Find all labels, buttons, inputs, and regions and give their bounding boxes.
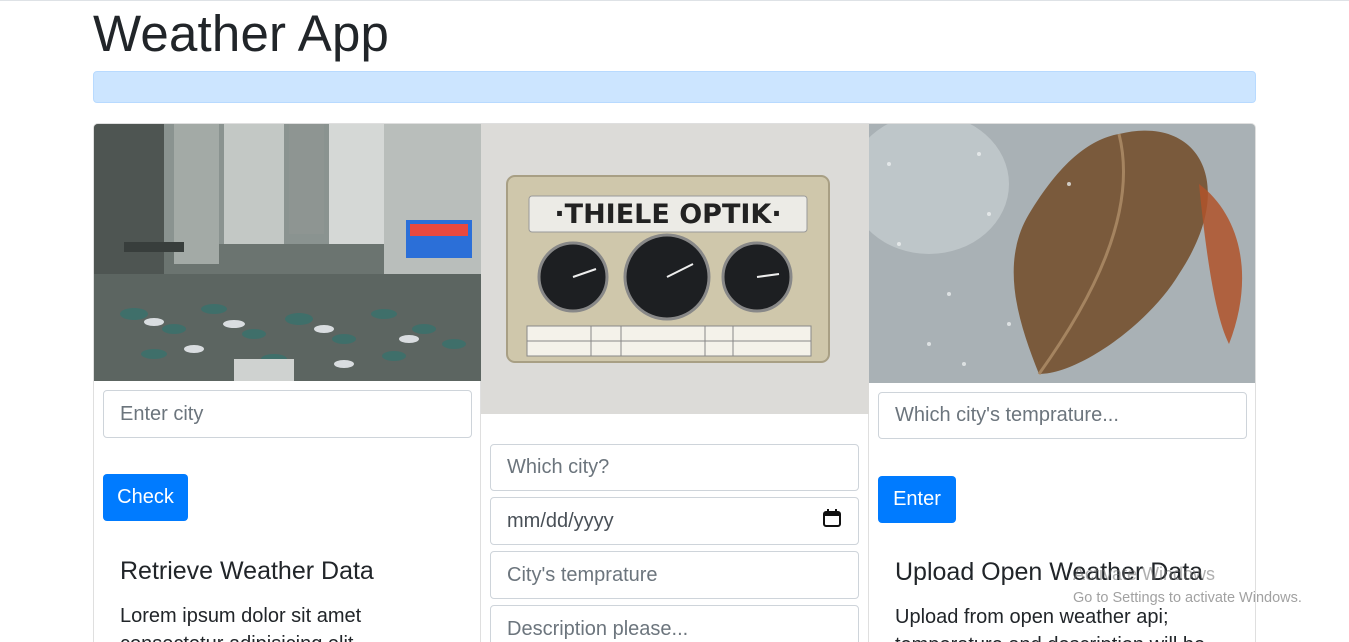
upload-card-text: Upload from open weather api; — [895, 606, 1169, 628]
info-alert — [93, 71, 1256, 103]
upload-form-card: ·THIELE OPTIK· Which city? mm/dd/yyyy Ci… — [481, 124, 869, 642]
description-placeholder: Description please... — [507, 617, 689, 640]
retrieve-card-title: Retrieve Weather Data — [120, 557, 374, 585]
page-title: Weather App — [93, 5, 390, 62]
city-temperature-input[interactable]: City's temprature — [490, 551, 859, 599]
which-city-placeholder: Which city? — [507, 456, 610, 478]
description-input[interactable]: Description please... — [490, 605, 859, 642]
which-city-input[interactable]: Which city? — [490, 444, 859, 491]
date-placeholder: mm/dd/yyyy — [507, 509, 614, 532]
enter-city-placeholder: Enter city — [120, 402, 204, 425]
retrieve-card: Enter city Check Retrieve Weather Data L… — [94, 124, 481, 642]
rainy-street-image — [94, 124, 481, 381]
barometer-image: ·THIELE OPTIK· — [481, 124, 869, 414]
activate-windows-watermark: Activate Windows — [1073, 564, 1216, 584]
city-temperature-query-input[interactable]: Which city's temprature... — [878, 392, 1247, 439]
date-input[interactable]: mm/dd/yyyy — [490, 497, 859, 545]
retrieve-card-text-line2: consectetur adipisicing elit — [120, 630, 353, 642]
city-temperature-query-placeholder: Which city's temprature... — [895, 404, 1119, 426]
enter-button[interactable]: Enter — [878, 476, 956, 523]
check-button[interactable]: Check — [103, 474, 188, 521]
city-temperature-placeholder: City's temprature — [507, 563, 658, 586]
sign-text: ·THIELE OPTIK· — [554, 199, 781, 230]
top-border — [0, 0, 1349, 1]
enter-city-input[interactable]: Enter city — [103, 390, 472, 438]
upload-card-text-line2: temperature and description will be — [895, 631, 1205, 642]
calendar-icon[interactable] — [822, 508, 842, 534]
activate-windows-subtext: Go to Settings to activate Windows. — [1073, 590, 1302, 606]
rainy-leaf-image — [869, 124, 1255, 383]
retrieve-card-text: Lorem ipsum dolor sit amet — [120, 605, 362, 627]
